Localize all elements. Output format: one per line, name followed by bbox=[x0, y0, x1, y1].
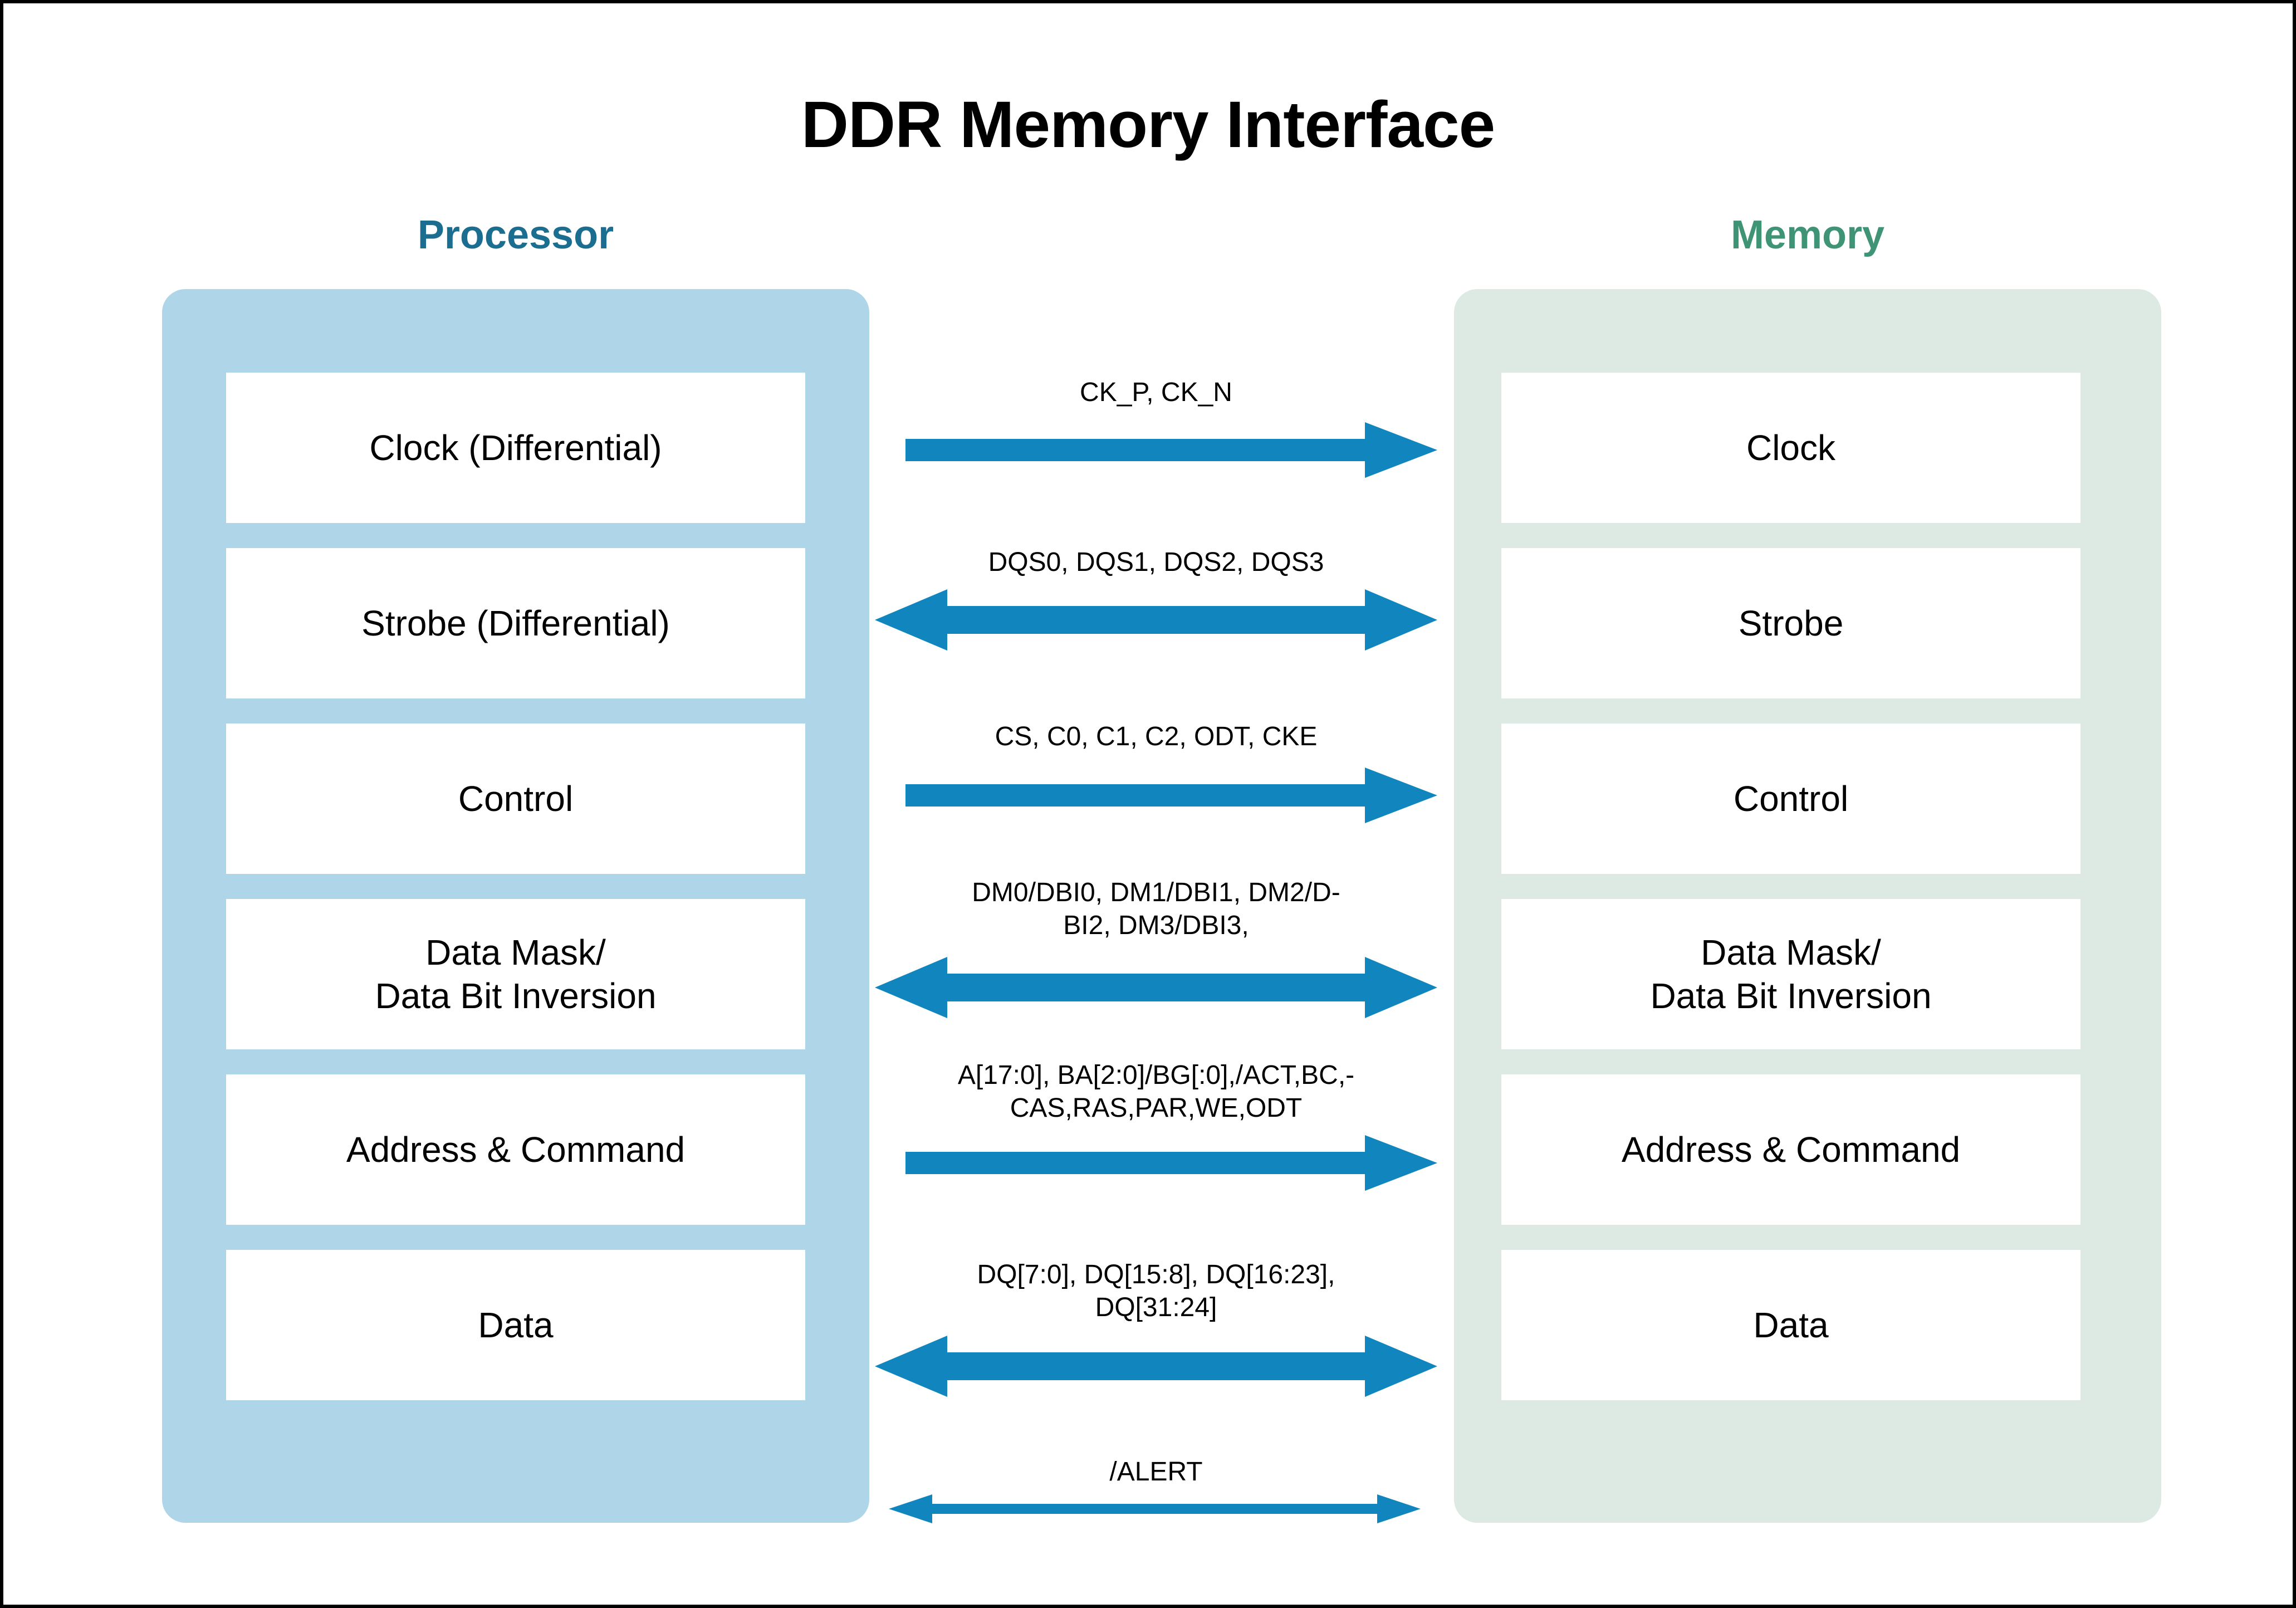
processor-block-data: Data bbox=[226, 1250, 805, 1400]
processor-block-control: Control bbox=[226, 724, 805, 874]
arrow-bidirectional-data bbox=[875, 1336, 1437, 1397]
signal-label-alert: /ALERT bbox=[1109, 1457, 1203, 1487]
page-title: DDR Memory Interface bbox=[801, 88, 1496, 162]
signal-label-data-mask: DM0/DBI0, DM1/DBI1, DM2/D- BI2, DM3/DBI3… bbox=[972, 878, 1340, 940]
arrow-right-control bbox=[875, 768, 1437, 823]
diagram-canvas: DDR Memory Interface Processor Clock (Di… bbox=[0, 0, 2296, 1608]
processor-block-strobe: Strobe (Differential) bbox=[226, 548, 805, 698]
arrow-bidirectional-data-mask bbox=[875, 957, 1437, 1018]
signal-label-address-command: A[17:0], BA[2:0]/BG[:0],/ACT,BC,- CAS,RA… bbox=[957, 1060, 1355, 1123]
processor-heading: Processor bbox=[417, 213, 614, 257]
memory-block-data-mask: Data Mask/ Data Bit Inversion bbox=[1501, 899, 2080, 1049]
signal-label-control: CS, C0, C1, C2, ODT, CKE bbox=[995, 722, 1318, 751]
arrow-bidirectional-alert bbox=[889, 1492, 1421, 1526]
processor-block-address-command: Address & Command bbox=[226, 1074, 805, 1225]
signal-label-strobe: DQS0, DQS1, DQS2, DQS3 bbox=[988, 548, 1324, 577]
signal-label-clock: CK_P, CK_N bbox=[1080, 378, 1232, 407]
signal-label-data: DQ[7:0], DQ[15:8], DQ[16:23], DQ[31:24] bbox=[977, 1260, 1335, 1322]
memory-block-data: Data bbox=[1501, 1250, 2080, 1400]
memory-block-clock: Clock bbox=[1501, 373, 2080, 523]
memory-block-control: Control bbox=[1501, 724, 2080, 874]
memory-block-strobe: Strobe bbox=[1501, 548, 2080, 698]
arrow-right-address-command bbox=[875, 1135, 1437, 1191]
memory-heading: Memory bbox=[1730, 213, 1885, 257]
processor-block-clock: Clock (Differential) bbox=[226, 373, 805, 523]
arrow-right-clock bbox=[875, 422, 1437, 478]
arrow-bidirectional-strobe bbox=[875, 589, 1437, 651]
processor-block-data-mask: Data Mask/ Data Bit Inversion bbox=[226, 899, 805, 1049]
memory-block-address-command: Address & Command bbox=[1501, 1074, 2080, 1225]
